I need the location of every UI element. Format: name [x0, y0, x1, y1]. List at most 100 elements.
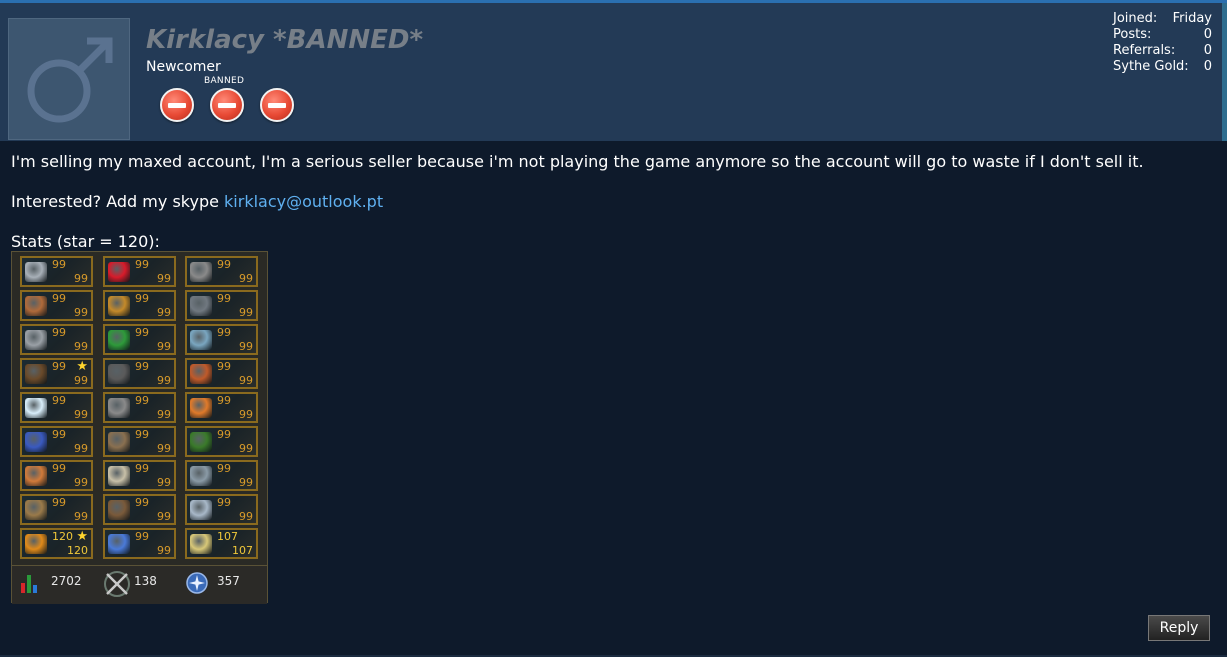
smithing-anvil-icon [190, 296, 212, 316]
skill-level-base: 99 [74, 272, 88, 285]
skill-level-current: 99 [52, 462, 66, 475]
contact-prefix: Interested? Add my skype [11, 192, 225, 211]
skill-level-base: 99 [74, 408, 88, 421]
skill-level-base: 99 [157, 510, 171, 523]
magic-hat-icon [25, 432, 47, 452]
construction-hammer-icon [25, 500, 47, 520]
stat-label: Referrals: [1113, 43, 1176, 58]
skill-tile: 99 99 [20, 392, 93, 423]
user-title: Newcomer [146, 59, 221, 75]
fishing-fish-icon [190, 330, 212, 350]
post-paragraph: Stats (star = 120): [11, 232, 160, 251]
defence-shield-icon [25, 330, 47, 350]
skill-level-current: 99 [52, 496, 66, 509]
reply-button[interactable]: Reply [1148, 615, 1210, 641]
male-symbol-icon [27, 37, 113, 123]
skill-level-base: 99 [157, 476, 171, 489]
stat-value: 0 [1203, 59, 1212, 74]
stat-posts: Posts: 0 [1113, 27, 1212, 43]
banned-label: BANNED [204, 76, 245, 86]
skill-level-base: 99 [239, 476, 253, 489]
skype-link[interactable]: kirklacy@outlook.pt [224, 192, 383, 211]
stat-sythe-gold: Sythe Gold: 0 [1113, 59, 1212, 75]
skill-tile: 99 99 [103, 460, 176, 491]
skill-level-base: 99 [157, 272, 171, 285]
skill-level-base: 99 [74, 476, 88, 489]
constitution-heart-icon [108, 262, 130, 282]
skill-tile: 99 99 [185, 290, 258, 321]
dungeoneering-door-icon [25, 534, 47, 554]
skill-level-base: 99 [157, 544, 171, 557]
fletching-arrow-icon [108, 432, 130, 452]
no-entry-icon [260, 88, 294, 122]
strength-fist-icon [25, 296, 47, 316]
skill-level-current: 99 [217, 428, 231, 441]
skill-level-current: 99 [135, 360, 149, 373]
skill-level-base: 99 [239, 408, 253, 421]
total-level: 2702 [51, 574, 82, 588]
skill-level-base: 99 [239, 510, 253, 523]
post-header: Kirklacy *BANNED* Newcomer BANNED Joined… [0, 3, 1227, 141]
skill-level-base: 107 [232, 544, 253, 557]
skill-tile: 99 99 [185, 358, 258, 389]
herblore-leaf-icon [108, 330, 130, 350]
skill-level-base: 99 [157, 340, 171, 353]
skill-level-base: 99 [74, 510, 88, 523]
skill-level-current: 99 [135, 258, 149, 271]
woodcutting-tree-icon [190, 432, 212, 452]
crafting-tools-icon [108, 398, 130, 418]
skill-level-current: 99 [217, 360, 231, 373]
skill-level-current: 99 [217, 394, 231, 407]
post-paragraph: I'm selling my maxed account, I'm a seri… [11, 152, 1144, 171]
runecrafting-rune-icon [25, 466, 47, 486]
skill-level-current: 120 [52, 530, 73, 543]
skill-level-current: 99 [52, 428, 66, 441]
skill-tile: 99 99 [185, 494, 258, 525]
stat-label: Sythe Gold: [1113, 59, 1189, 74]
skill-tile: 99 99 [20, 324, 93, 355]
skill-tile: 99 99 [103, 392, 176, 423]
slayer-skull-icon [108, 466, 130, 486]
skill-level-current: 99 [217, 258, 231, 271]
skill-tile: 99 99 ★ [20, 358, 93, 389]
mining-pickaxe-icon [190, 262, 212, 282]
skill-level-current: 99 [135, 428, 149, 441]
divination-orb-icon [108, 534, 130, 554]
skill-level-base: 99 [157, 306, 171, 319]
invention-bulb-icon [190, 534, 212, 554]
skill-level-current: 99 [217, 496, 231, 509]
avatar[interactable] [8, 18, 130, 140]
stat-joined: Joined: Friday [1113, 11, 1212, 27]
stat-value: 0 [1203, 43, 1212, 58]
skill-level-current: 99 [52, 326, 66, 339]
skill-level-current: 99 [135, 292, 149, 305]
user-stats: Joined: Friday Posts: 0 Referrals: 0 Syt… [1113, 11, 1212, 75]
skill-tile: 99 99 [103, 494, 176, 525]
stat-referrals: Referrals: 0 [1113, 43, 1212, 59]
skill-level-base: 99 [157, 442, 171, 455]
skill-tile: 99 99 [103, 426, 176, 457]
prayer-star-icon [25, 398, 47, 418]
skill-level-base: 99 [74, 374, 88, 387]
skills-summary: 2702 138 357 [12, 565, 267, 604]
skill-level-base: 99 [239, 374, 253, 387]
skill-level-current: 99 [52, 292, 66, 305]
skill-level-base: 99 [74, 442, 88, 455]
skill-level-base: 99 [239, 442, 253, 455]
firemaking-fire-icon [190, 398, 212, 418]
skill-level-current: 99 [135, 326, 149, 339]
cooking-pot-icon [190, 364, 212, 384]
skill-tile: 99 99 [20, 494, 93, 525]
quest-points: 357 [217, 574, 240, 588]
skill-tile: 99 99 [103, 256, 176, 287]
stat-label: Posts: [1113, 27, 1152, 42]
skill-tile: 99 99 [185, 392, 258, 423]
stat-label: Joined: [1113, 11, 1158, 26]
username[interactable]: Kirklacy *BANNED* [146, 25, 423, 55]
skill-level-base: 99 [157, 408, 171, 421]
skill-level-base: 120 [67, 544, 88, 557]
skill-level-base: 99 [239, 306, 253, 319]
crossed-swords-icon [104, 571, 130, 597]
skill-level-current: 99 [52, 258, 66, 271]
agility-runner-icon [108, 296, 130, 316]
